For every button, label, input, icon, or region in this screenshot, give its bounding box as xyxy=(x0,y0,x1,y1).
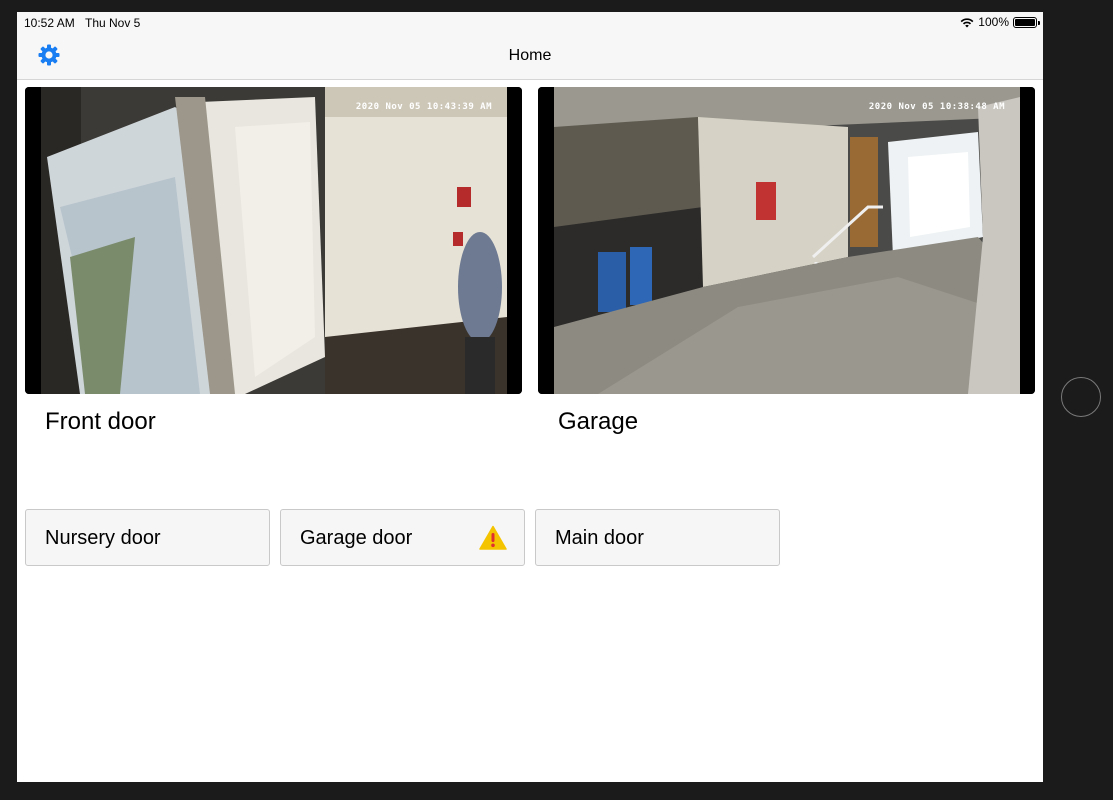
camera-image-garage xyxy=(538,87,1035,394)
camera-label: Front door xyxy=(45,408,156,435)
camera-feed-garage[interactable]: 2020 Nov 05 10:38:48 AM xyxy=(538,87,1035,394)
camera-timestamp: 2020 Nov 05 10:43:39 AM xyxy=(355,102,492,112)
camera-feed-front-door[interactable]: 2020 Nov 05 10:43:39 AM xyxy=(25,87,522,394)
camera-card-front-door[interactable]: 2020 Nov 05 10:43:39 AM Front door xyxy=(25,87,522,436)
battery-icon xyxy=(1013,16,1040,28)
door-label: Nursery door xyxy=(45,527,161,549)
status-date: Thu Nov 5 xyxy=(85,16,141,30)
warning-icon xyxy=(479,525,507,550)
wifi-icon xyxy=(960,17,974,27)
camera-timestamp: 2020 Nov 05 10:38:48 AM xyxy=(868,102,1005,112)
garage-door-button[interactable]: Garage door xyxy=(280,509,525,566)
navigation-bar: Home xyxy=(17,32,1043,80)
status-time: 10:52 AM xyxy=(24,16,75,30)
nursery-door-button[interactable]: Nursery door xyxy=(25,509,270,566)
camera-card-garage[interactable]: 2020 Nov 05 10:38:48 AM Garage xyxy=(538,87,1035,436)
camera-image-front-door xyxy=(25,87,522,394)
home-button[interactable] xyxy=(1061,377,1101,417)
status-indicators: 100% xyxy=(960,15,1040,29)
app-screen: 10:52 AM Thu Nov 5 100% Home 2020 Nov 05… xyxy=(17,12,1043,782)
battery-percent: 100% xyxy=(978,15,1009,29)
door-label: Garage door xyxy=(300,527,413,549)
page-title: Home xyxy=(508,47,552,64)
camera-label: Garage xyxy=(558,408,639,435)
status-bar: 10:52 AM Thu Nov 5 100% xyxy=(17,12,1043,32)
door-label: Main door xyxy=(555,527,644,549)
main-door-button[interactable]: Main door xyxy=(535,509,780,566)
